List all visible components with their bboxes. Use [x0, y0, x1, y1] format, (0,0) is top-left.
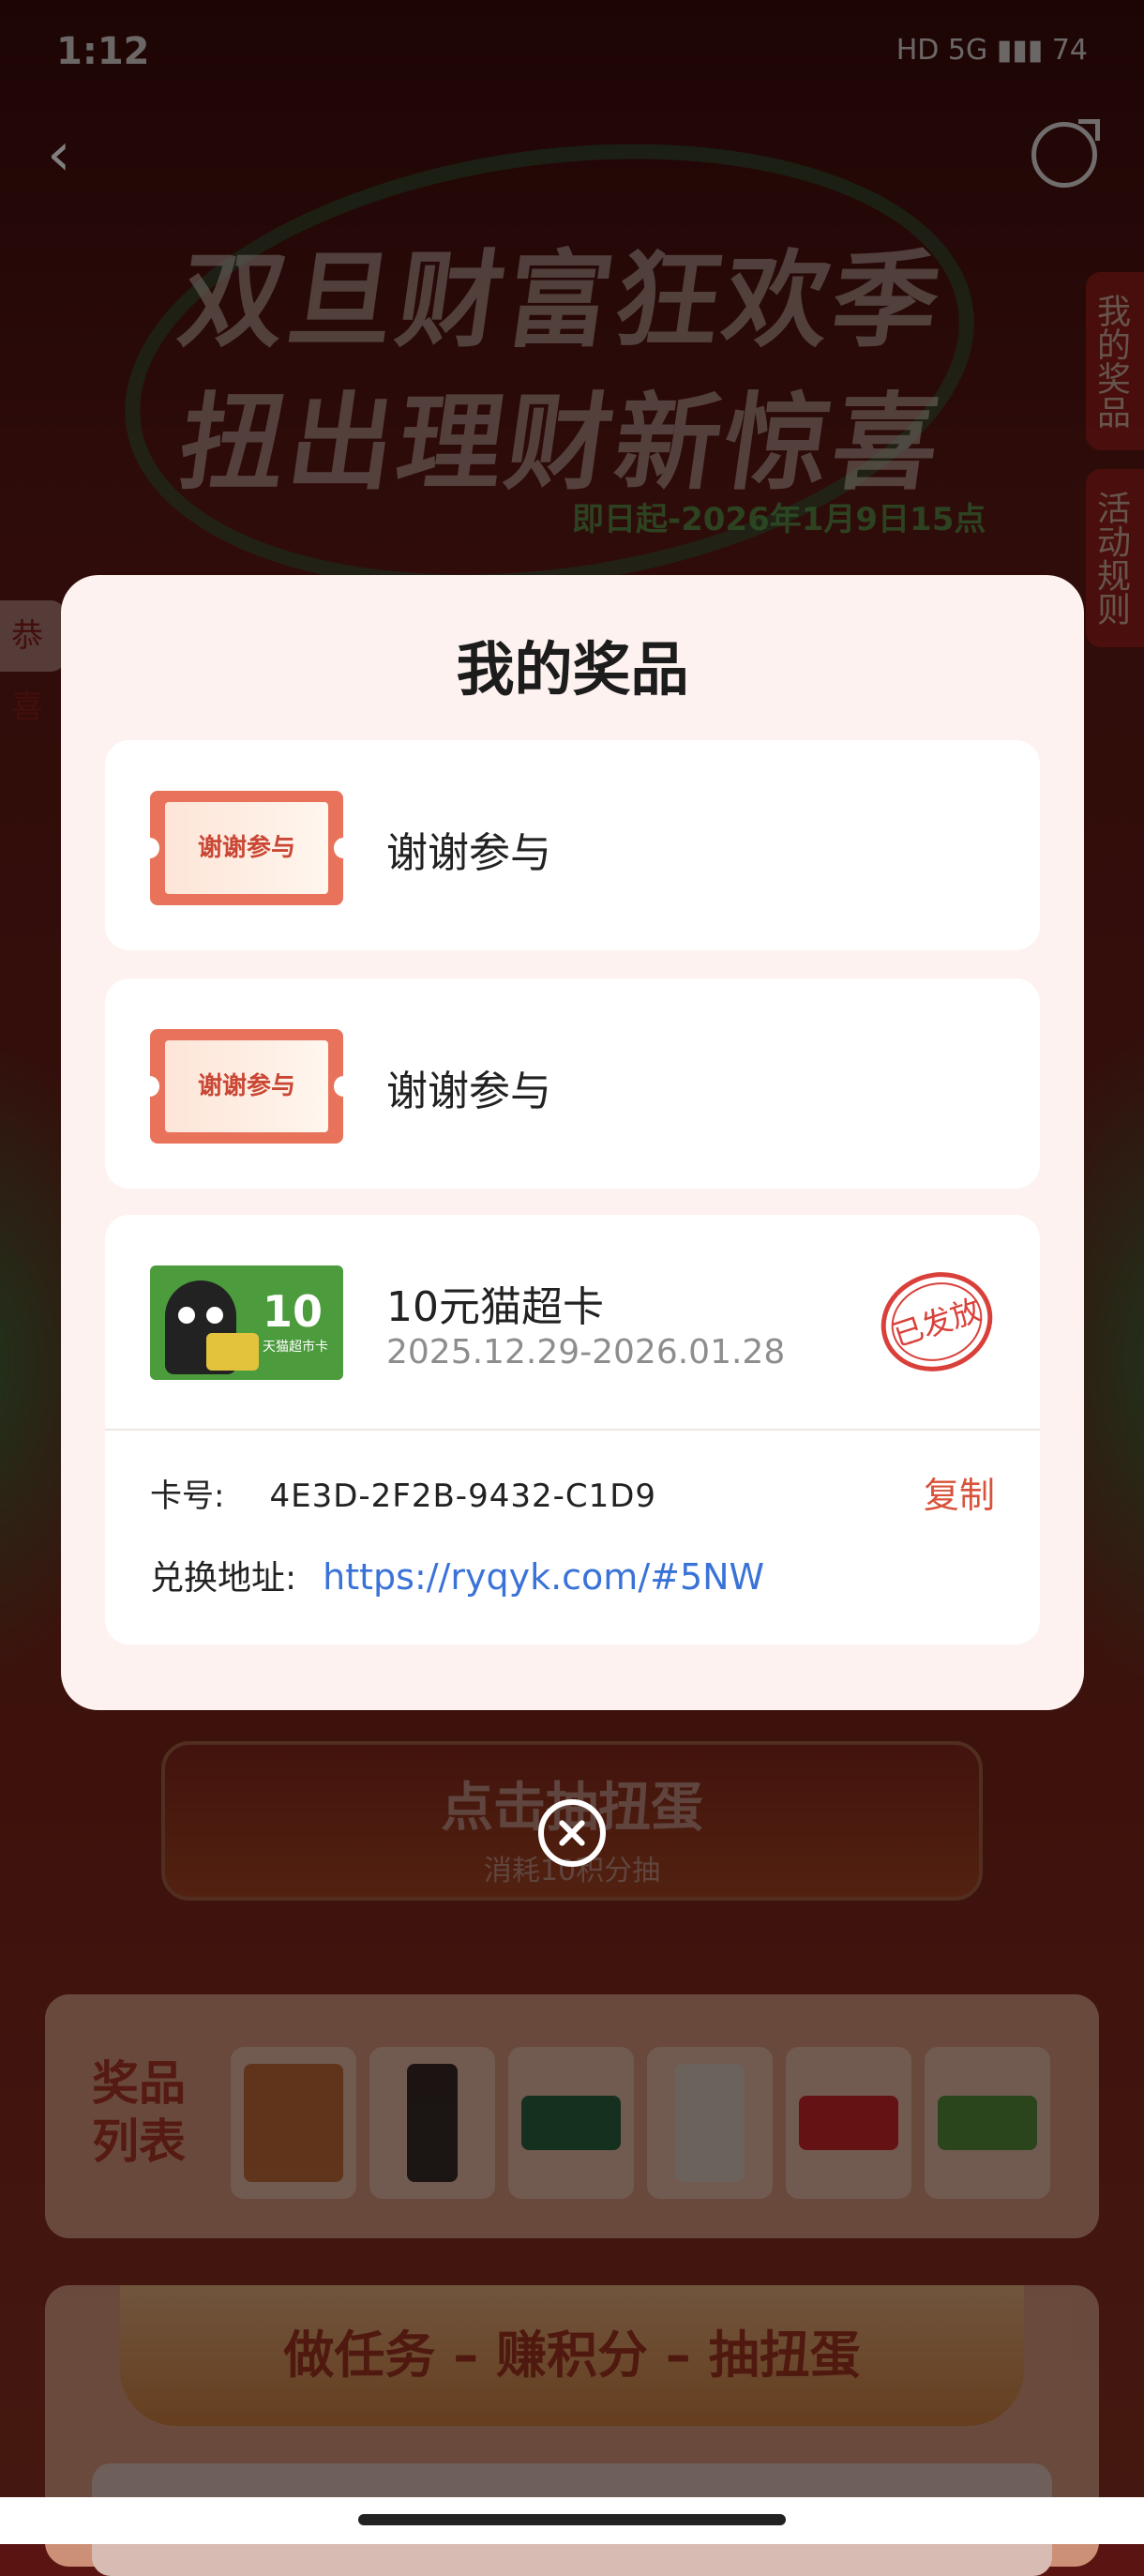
card-value: 10 — [263, 1286, 324, 1337]
redeem-label: 兑换地址: — [150, 1559, 297, 1598]
card-number-row: 卡号: 4E3D-2F2B-9432-C1D9 — [150, 1470, 656, 1516]
issued-stamp: 已发放 — [867, 1258, 1006, 1386]
tmall-card-icon: 10 天猫超市卡 — [150, 1265, 343, 1380]
card-number: 4E3D-2F2B-9432-C1D9 — [269, 1477, 657, 1515]
prize-name: 10元猫超卡 — [386, 1283, 604, 1331]
cat-eye — [206, 1307, 223, 1324]
prize-validity: 2025.12.29-2026.01.28 — [386, 1333, 786, 1371]
cat-eye — [178, 1307, 195, 1324]
ticket-icon: 谢谢参与 — [141, 1029, 353, 1144]
copy-button[interactable]: 复制 — [924, 1466, 995, 1518]
divider — [105, 1429, 1040, 1431]
prize-card: 谢谢参与 谢谢参与 — [105, 740, 1040, 950]
redeem-row: 兑换地址: https://ryqyk.com/#5NW — [150, 1551, 764, 1599]
prize-name: 谢谢参与 — [386, 829, 551, 877]
ticket-icon: 谢谢参与 — [141, 791, 353, 905]
close-icon[interactable] — [538, 1799, 606, 1867]
my-prizes-modal: 我的奖品 谢谢参与 谢谢参与 谢谢参与 谢谢参与 10 天猫超市卡 10元猫超卡… — [61, 575, 1084, 1710]
card-sub: 天猫超市卡 — [263, 1340, 328, 1355]
home-indicator[interactable] — [358, 2514, 786, 2525]
prize-name: 谢谢参与 — [386, 1068, 551, 1115]
prize-card-tmall: 10 天猫超市卡 10元猫超卡 2025.12.29-2026.01.28 已发… — [105, 1215, 1040, 1644]
ticket-text: 谢谢参与 — [165, 802, 328, 894]
prize-card: 谢谢参与 谢谢参与 — [105, 978, 1040, 1189]
card-number-label: 卡号: — [150, 1477, 225, 1515]
modal-title: 我的奖品 — [456, 635, 689, 704]
ticket-text: 谢谢参与 — [165, 1040, 328, 1132]
basket-icon — [206, 1333, 259, 1371]
redeem-link[interactable]: https://ryqyk.com/#5NW — [323, 1556, 764, 1598]
